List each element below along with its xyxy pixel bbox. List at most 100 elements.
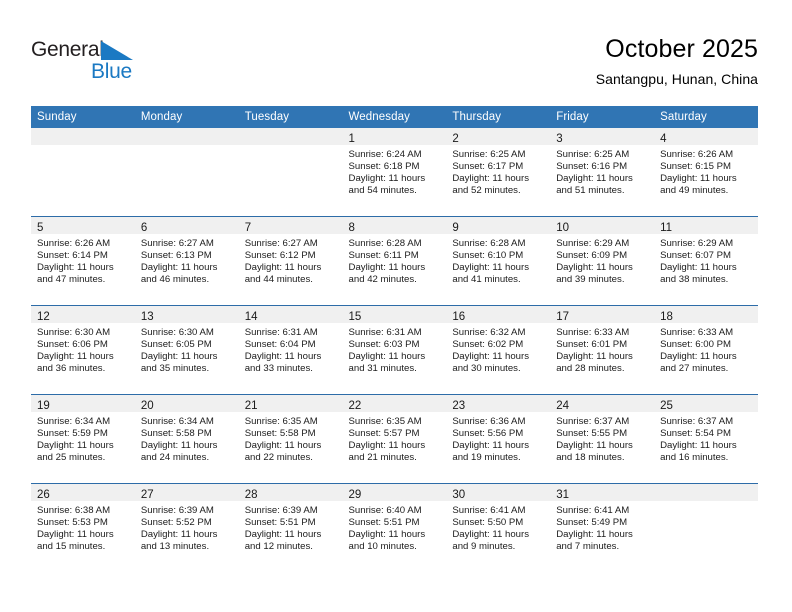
calendar-day-cell[interactable]: 10 Sunrise: 6:29 AM Sunset: 6:09 PM Dayligh… bbox=[550, 216, 655, 306]
calendar-day-cell[interactable]: 15 Sunrise: 6:31 AM Sunset: 6:03 PM Dayligh… bbox=[342, 305, 447, 395]
day-info-sunset: Sunset: 5:58 PM bbox=[140, 428, 212, 440]
logo-text-general: General bbox=[31, 38, 104, 61]
calendar-day-cell[interactable]: 8 Sunrise: 6:28 AM Sunset: 6:11 PM Daylight… bbox=[342, 216, 447, 306]
calendar-empty-cell bbox=[134, 128, 239, 217]
day-info-daylight2: and 52 minutes. bbox=[452, 185, 521, 197]
calendar-day-cell[interactable]: 13 Sunrise: 6:30 AM Sunset: 6:05 PM Dayligh… bbox=[134, 305, 239, 395]
calendar-day-cell[interactable]: 31 Sunrise: 6:41 AM Sunset: 5:49 PM Dayligh… bbox=[550, 483, 655, 572]
day-info-daylight2: and 51 minutes. bbox=[556, 185, 625, 197]
calendar-day-cell[interactable]: 14 Sunrise: 6:31 AM Sunset: 6:04 PM Dayligh… bbox=[238, 305, 343, 395]
day-info-daylight2: and 24 minutes. bbox=[140, 452, 210, 464]
day-number: 8 bbox=[348, 222, 355, 234]
calendar-day-cell[interactable]: 5 Sunrise: 6:26 AM Sunset: 6:14 PM Daylight… bbox=[31, 216, 135, 306]
calendar-day-cell[interactable]: 9 Sunrise: 6:28 AM Sunset: 6:10 PM Daylight… bbox=[446, 216, 551, 306]
day-sun-info: Sunrise: 6:28 AM Sunset: 6:11 PM Daylight:… bbox=[343, 234, 447, 286]
day-number-band: 8 bbox=[342, 217, 447, 234]
day-info-sunset: Sunset: 6:09 PM bbox=[556, 250, 628, 262]
day-info-sunset: Sunset: 6:06 PM bbox=[37, 339, 108, 351]
calendar-day-cell[interactable]: 7 Sunrise: 6:27 AM Sunset: 6:12 PM Daylight… bbox=[238, 216, 343, 306]
day-info-sunrise: Sunrise: 6:29 AM bbox=[660, 238, 734, 249]
calendar-day-cell[interactable]: 11 Sunrise: 6:29 AM Sunset: 6:07 PM Dayligh… bbox=[654, 216, 758, 306]
calendar-day-cell[interactable]: 27 Sunrise: 6:39 AM Sunset: 5:52 PM Dayligh… bbox=[134, 483, 239, 572]
calendar-day-cell[interactable]: 20 Sunrise: 6:34 AM Sunset: 5:58 PM Dayligh… bbox=[134, 394, 239, 484]
day-number-band bbox=[31, 128, 135, 145]
day-info-daylight2: and 49 minutes. bbox=[660, 185, 729, 197]
day-sun-info: Sunrise: 6:37 AM Sunset: 5:55 PM Daylight:… bbox=[550, 412, 654, 464]
day-info-daylight1: Daylight: 11 hours bbox=[244, 351, 322, 363]
calendar-day-cell[interactable]: 30 Sunrise: 6:41 AM Sunset: 5:50 PM Dayligh… bbox=[446, 483, 551, 572]
day-info-sunset: Sunset: 6:01 PM bbox=[556, 339, 628, 351]
general-blue-logo[interactable]: General Blue bbox=[31, 38, 146, 84]
day-info-daylight2: and 16 minutes. bbox=[660, 452, 729, 464]
calendar-day-cell[interactable]: 4 Sunrise: 6:26 AM Sunset: 6:15 PM Daylight… bbox=[654, 128, 758, 217]
day-info-sunset: Sunset: 6:10 PM bbox=[452, 250, 524, 262]
calendar-day-cell[interactable]: 22 Sunrise: 6:35 AM Sunset: 5:57 PM Dayligh… bbox=[342, 394, 447, 484]
day-cell-content: 13 Sunrise: 6:30 AM Sunset: 6:05 PM Dayligh… bbox=[134, 306, 239, 394]
day-info-daylight2: and 38 minutes. bbox=[660, 274, 729, 286]
day-info-daylight1: Daylight: 11 hours bbox=[348, 529, 426, 541]
day-number-band: 18 bbox=[654, 306, 758, 323]
calendar-day-cell[interactable]: 19 Sunrise: 6:34 AM Sunset: 5:59 PM Dayligh… bbox=[31, 394, 135, 484]
calendar-day-cell[interactable]: 17 Sunrise: 6:33 AM Sunset: 6:01 PM Dayligh… bbox=[550, 305, 655, 395]
day-sun-info: Sunrise: 6:25 AM Sunset: 6:17 PM Daylight:… bbox=[446, 145, 550, 197]
day-info-sunrise: Sunrise: 6:25 AM bbox=[452, 149, 526, 160]
day-info-daylight1: Daylight: 11 hours bbox=[660, 173, 737, 185]
calendar-day-cell[interactable]: 12 Sunrise: 6:30 AM Sunset: 6:06 PM Dayligh… bbox=[31, 305, 135, 395]
day-sun-info: Sunrise: 6:38 AM Sunset: 5:53 PM Daylight:… bbox=[31, 501, 135, 553]
calendar-day-cell[interactable]: 25 Sunrise: 6:37 AM Sunset: 5:54 PM Dayligh… bbox=[654, 394, 758, 484]
day-info-sunrise: Sunrise: 6:38 AM bbox=[37, 505, 111, 516]
calendar-week-row: 12 Sunrise: 6:30 AM Sunset: 6:06 PM Dayligh… bbox=[31, 305, 758, 395]
logo-text-blue: Blue bbox=[91, 60, 132, 83]
day-info-daylight1: Daylight: 11 hours bbox=[140, 262, 218, 274]
day-number: 12 bbox=[37, 311, 50, 323]
day-sun-info: Sunrise: 6:39 AM Sunset: 5:52 PM Daylight:… bbox=[135, 501, 239, 553]
day-info-daylight2: and 21 minutes. bbox=[348, 452, 417, 464]
day-number: 10 bbox=[556, 222, 570, 234]
day-number-band: 27 bbox=[134, 484, 239, 501]
location-subtitle: Santangpu, Hunan, China bbox=[595, 71, 758, 87]
weekday-header-row: Sunday Monday Tuesday Wednesday Thursday… bbox=[31, 106, 758, 128]
weekday-header-saturday: Saturday bbox=[654, 106, 758, 128]
calendar-day-cell[interactable]: 2 Sunrise: 6:25 AM Sunset: 6:17 PM Daylight… bbox=[446, 128, 551, 217]
day-info-sunrise: Sunrise: 6:35 AM bbox=[348, 416, 422, 427]
calendar-body: 1 Sunrise: 6:24 AM Sunset: 6:18 PM Daylight… bbox=[31, 128, 758, 572]
day-cell-content: 23 Sunrise: 6:36 AM Sunset: 5:56 PM Dayligh… bbox=[446, 395, 551, 483]
day-number: 15 bbox=[348, 311, 362, 323]
day-number-band: 23 bbox=[446, 395, 551, 412]
day-info-sunrise: Sunrise: 6:35 AM bbox=[244, 416, 318, 427]
calendar-day-cell[interactable]: 26 Sunrise: 6:38 AM Sunset: 5:53 PM Dayligh… bbox=[31, 483, 135, 572]
day-info-daylight1: Daylight: 11 hours bbox=[452, 173, 529, 185]
day-number-band: 12 bbox=[31, 306, 135, 323]
day-info-sunrise: Sunrise: 6:28 AM bbox=[348, 238, 422, 249]
calendar-day-cell[interactable]: 6 Sunrise: 6:27 AM Sunset: 6:13 PM Daylight… bbox=[134, 216, 239, 306]
day-info-sunrise: Sunrise: 6:40 AM bbox=[348, 505, 422, 516]
day-cell-content: 11 Sunrise: 6:29 AM Sunset: 6:07 PM Dayligh… bbox=[654, 217, 758, 305]
day-info-sunset: Sunset: 6:07 PM bbox=[660, 250, 731, 262]
day-sun-info: Sunrise: 6:26 AM Sunset: 6:15 PM Daylight:… bbox=[654, 145, 758, 197]
day-number-band: 30 bbox=[446, 484, 551, 501]
calendar-day-cell[interactable]: 24 Sunrise: 6:37 AM Sunset: 5:55 PM Dayligh… bbox=[550, 394, 655, 484]
calendar-day-cell[interactable]: 18 Sunrise: 6:33 AM Sunset: 6:00 PM Dayligh… bbox=[654, 305, 758, 395]
day-cell-content: 10 Sunrise: 6:29 AM Sunset: 6:09 PM Dayligh… bbox=[550, 217, 655, 305]
day-info-sunset: Sunset: 6:12 PM bbox=[244, 250, 316, 262]
day-info-daylight1: Daylight: 11 hours bbox=[452, 440, 529, 452]
day-number: 26 bbox=[37, 489, 50, 501]
calendar-day-cell[interactable]: 3 Sunrise: 6:25 AM Sunset: 6:16 PM Daylight… bbox=[550, 128, 655, 217]
day-info-sunrise: Sunrise: 6:30 AM bbox=[37, 327, 111, 338]
day-cell-content: 14 Sunrise: 6:31 AM Sunset: 6:04 PM Dayligh… bbox=[238, 306, 343, 394]
calendar-day-cell[interactable]: 23 Sunrise: 6:36 AM Sunset: 5:56 PM Dayligh… bbox=[446, 394, 551, 484]
calendar-day-cell[interactable]: 21 Sunrise: 6:35 AM Sunset: 5:58 PM Dayligh… bbox=[238, 394, 343, 484]
day-number-band: 13 bbox=[134, 306, 239, 323]
calendar-day-cell[interactable]: 28 Sunrise: 6:39 AM Sunset: 5:51 PM Dayligh… bbox=[238, 483, 343, 572]
calendar-day-cell[interactable]: 1 Sunrise: 6:24 AM Sunset: 6:18 PM Daylight… bbox=[342, 128, 447, 217]
day-number: 7 bbox=[244, 222, 252, 234]
calendar-day-cell[interactable]: 29 Sunrise: 6:40 AM Sunset: 5:51 PM Dayligh… bbox=[342, 483, 447, 572]
day-info-sunrise: Sunrise: 6:36 AM bbox=[452, 416, 526, 427]
day-info-sunset: Sunset: 5:51 PM bbox=[244, 517, 316, 529]
day-info-sunrise: Sunrise: 6:29 AM bbox=[556, 238, 630, 249]
calendar-week-row: 19 Sunrise: 6:34 AM Sunset: 5:59 PM Dayligh… bbox=[31, 394, 758, 484]
day-sun-info: Sunrise: 6:41 AM Sunset: 5:50 PM Daylight:… bbox=[446, 501, 550, 553]
day-info-sunset: Sunset: 6:14 PM bbox=[37, 250, 108, 262]
day-info-sunset: Sunset: 6:11 PM bbox=[348, 250, 419, 262]
calendar-day-cell[interactable]: 16 Sunrise: 6:32 AM Sunset: 6:02 PM Dayligh… bbox=[446, 305, 551, 395]
